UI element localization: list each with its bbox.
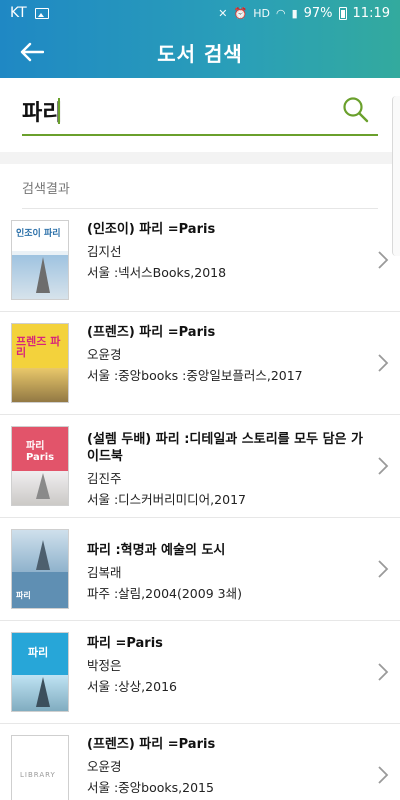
side-drawer-handle[interactable] — [392, 96, 400, 256]
book-author: 오윤경 — [87, 347, 122, 362]
search-icon — [343, 97, 369, 123]
signal-icon: ▮ — [291, 6, 298, 20]
app-header: 도서 검색 — [0, 26, 400, 78]
alarm-icon: ⏰ — [233, 6, 248, 20]
list-item[interactable]: LIBRARY (프렌즈) 파리 =Paris 오윤경 서울 :중앙books,… — [0, 724, 400, 800]
book-cover-image: LIBRARY — [11, 735, 69, 800]
battery-percent: 97% — [303, 5, 333, 21]
book-title: (프렌즈) 파리 =Paris — [87, 325, 216, 340]
chevron-right-icon — [378, 560, 389, 578]
list-item[interactable]: 파리 파리 :혁명과 예술의 도시 김복래 파주 :살림,2004(2009 3… — [0, 518, 400, 621]
results-list: 인조이 파리 (인조이) 파리 =Paris 김지선 서울 :넥서스Books,… — [0, 209, 400, 800]
book-publisher: 파주 :살림,2004(2009 3쇄) — [87, 586, 242, 601]
book-cover-image: 프렌즈 파리 — [11, 323, 69, 403]
chevron-right-icon — [378, 354, 389, 372]
list-item[interactable]: 인조이 파리 (인조이) 파리 =Paris 김지선 서울 :넥서스Books,… — [0, 209, 400, 312]
book-author: 김진주 — [87, 471, 122, 486]
chevron-right-icon — [378, 663, 389, 681]
mute-icon: ✕ — [218, 6, 228, 20]
chevron-right-icon — [378, 457, 389, 475]
search-bar — [0, 78, 400, 152]
hd-icon: HD — [253, 6, 270, 20]
search-button[interactable] — [336, 90, 376, 130]
chevron-right-icon — [378, 251, 389, 269]
cover-title: 프렌즈 파리 — [16, 335, 61, 359]
book-cover-image: 파리 — [11, 529, 69, 609]
book-publisher: 서울 :상상,2016 — [87, 679, 177, 694]
carrier-label: KT — [10, 5, 27, 21]
chevron-right-icon — [378, 766, 389, 784]
book-title: (인조이) 파리 =Paris — [87, 222, 216, 237]
book-author: 오윤경 — [87, 759, 122, 774]
book-title: 파리 =Paris — [87, 636, 163, 651]
book-title: (설렘 두배) 파리 :디테일과 스토리를 모두 담은 가이드북 — [87, 432, 364, 464]
section-divider — [0, 152, 400, 164]
book-author: 박정은 — [87, 658, 122, 673]
search-input[interactable] — [22, 90, 322, 132]
results-section: 검색결과 인조이 파리 (인조이) 파리 =Paris 김지선 서울 :넥서스B… — [0, 164, 400, 800]
book-author: 김복래 — [87, 565, 122, 580]
clock: 11:19 — [352, 5, 390, 21]
cover-title: 파리 Paris — [26, 441, 55, 463]
cover-title: 파리 — [16, 591, 31, 600]
page-title: 도서 검색 — [157, 41, 243, 66]
list-item[interactable]: 파리 파리 =Paris 박정은 서울 :상상,2016 — [0, 621, 400, 724]
results-label: 검색결과 — [22, 182, 70, 197]
search-underline — [22, 134, 378, 136]
cover-title: 파리 — [28, 646, 49, 659]
status-bar: KT ✕ ⏰ HD ◠ ▮ 97% 11:19 — [0, 0, 400, 26]
book-title: (프렌즈) 파리 =Paris — [87, 737, 216, 752]
book-author: 김지선 — [87, 244, 122, 259]
book-publisher: 서울 :디스커버리미디어,2017 — [87, 492, 246, 507]
gallery-notification-icon — [34, 7, 49, 19]
arrow-left-icon — [20, 42, 44, 62]
book-cover-image: 파리 — [11, 632, 69, 712]
list-item[interactable]: 프렌즈 파리 (프렌즈) 파리 =Paris 오윤경 서울 :중앙books :… — [0, 312, 400, 415]
wifi-icon: ◠ — [275, 6, 286, 20]
cover-title: 인조이 파리 — [16, 229, 61, 239]
book-publisher: 서울 :중앙books :중앙일보플러스,2017 — [87, 368, 303, 383]
book-title: 파리 :혁명과 예술의 도시 — [87, 543, 226, 558]
book-cover-image: 파리 Paris — [11, 426, 69, 506]
list-item[interactable]: 파리 Paris (설렘 두배) 파리 :디테일과 스토리를 모두 담은 가이드… — [0, 415, 400, 518]
cover-title: LIBRARY — [20, 771, 56, 779]
book-cover-image: 인조이 파리 — [11, 220, 69, 300]
book-publisher: 서울 :넥서스Books,2018 — [87, 265, 227, 280]
book-publisher: 서울 :중앙books,2015 — [87, 780, 214, 795]
text-caret — [58, 98, 60, 124]
back-button[interactable] — [12, 36, 52, 68]
battery-icon — [338, 6, 347, 20]
